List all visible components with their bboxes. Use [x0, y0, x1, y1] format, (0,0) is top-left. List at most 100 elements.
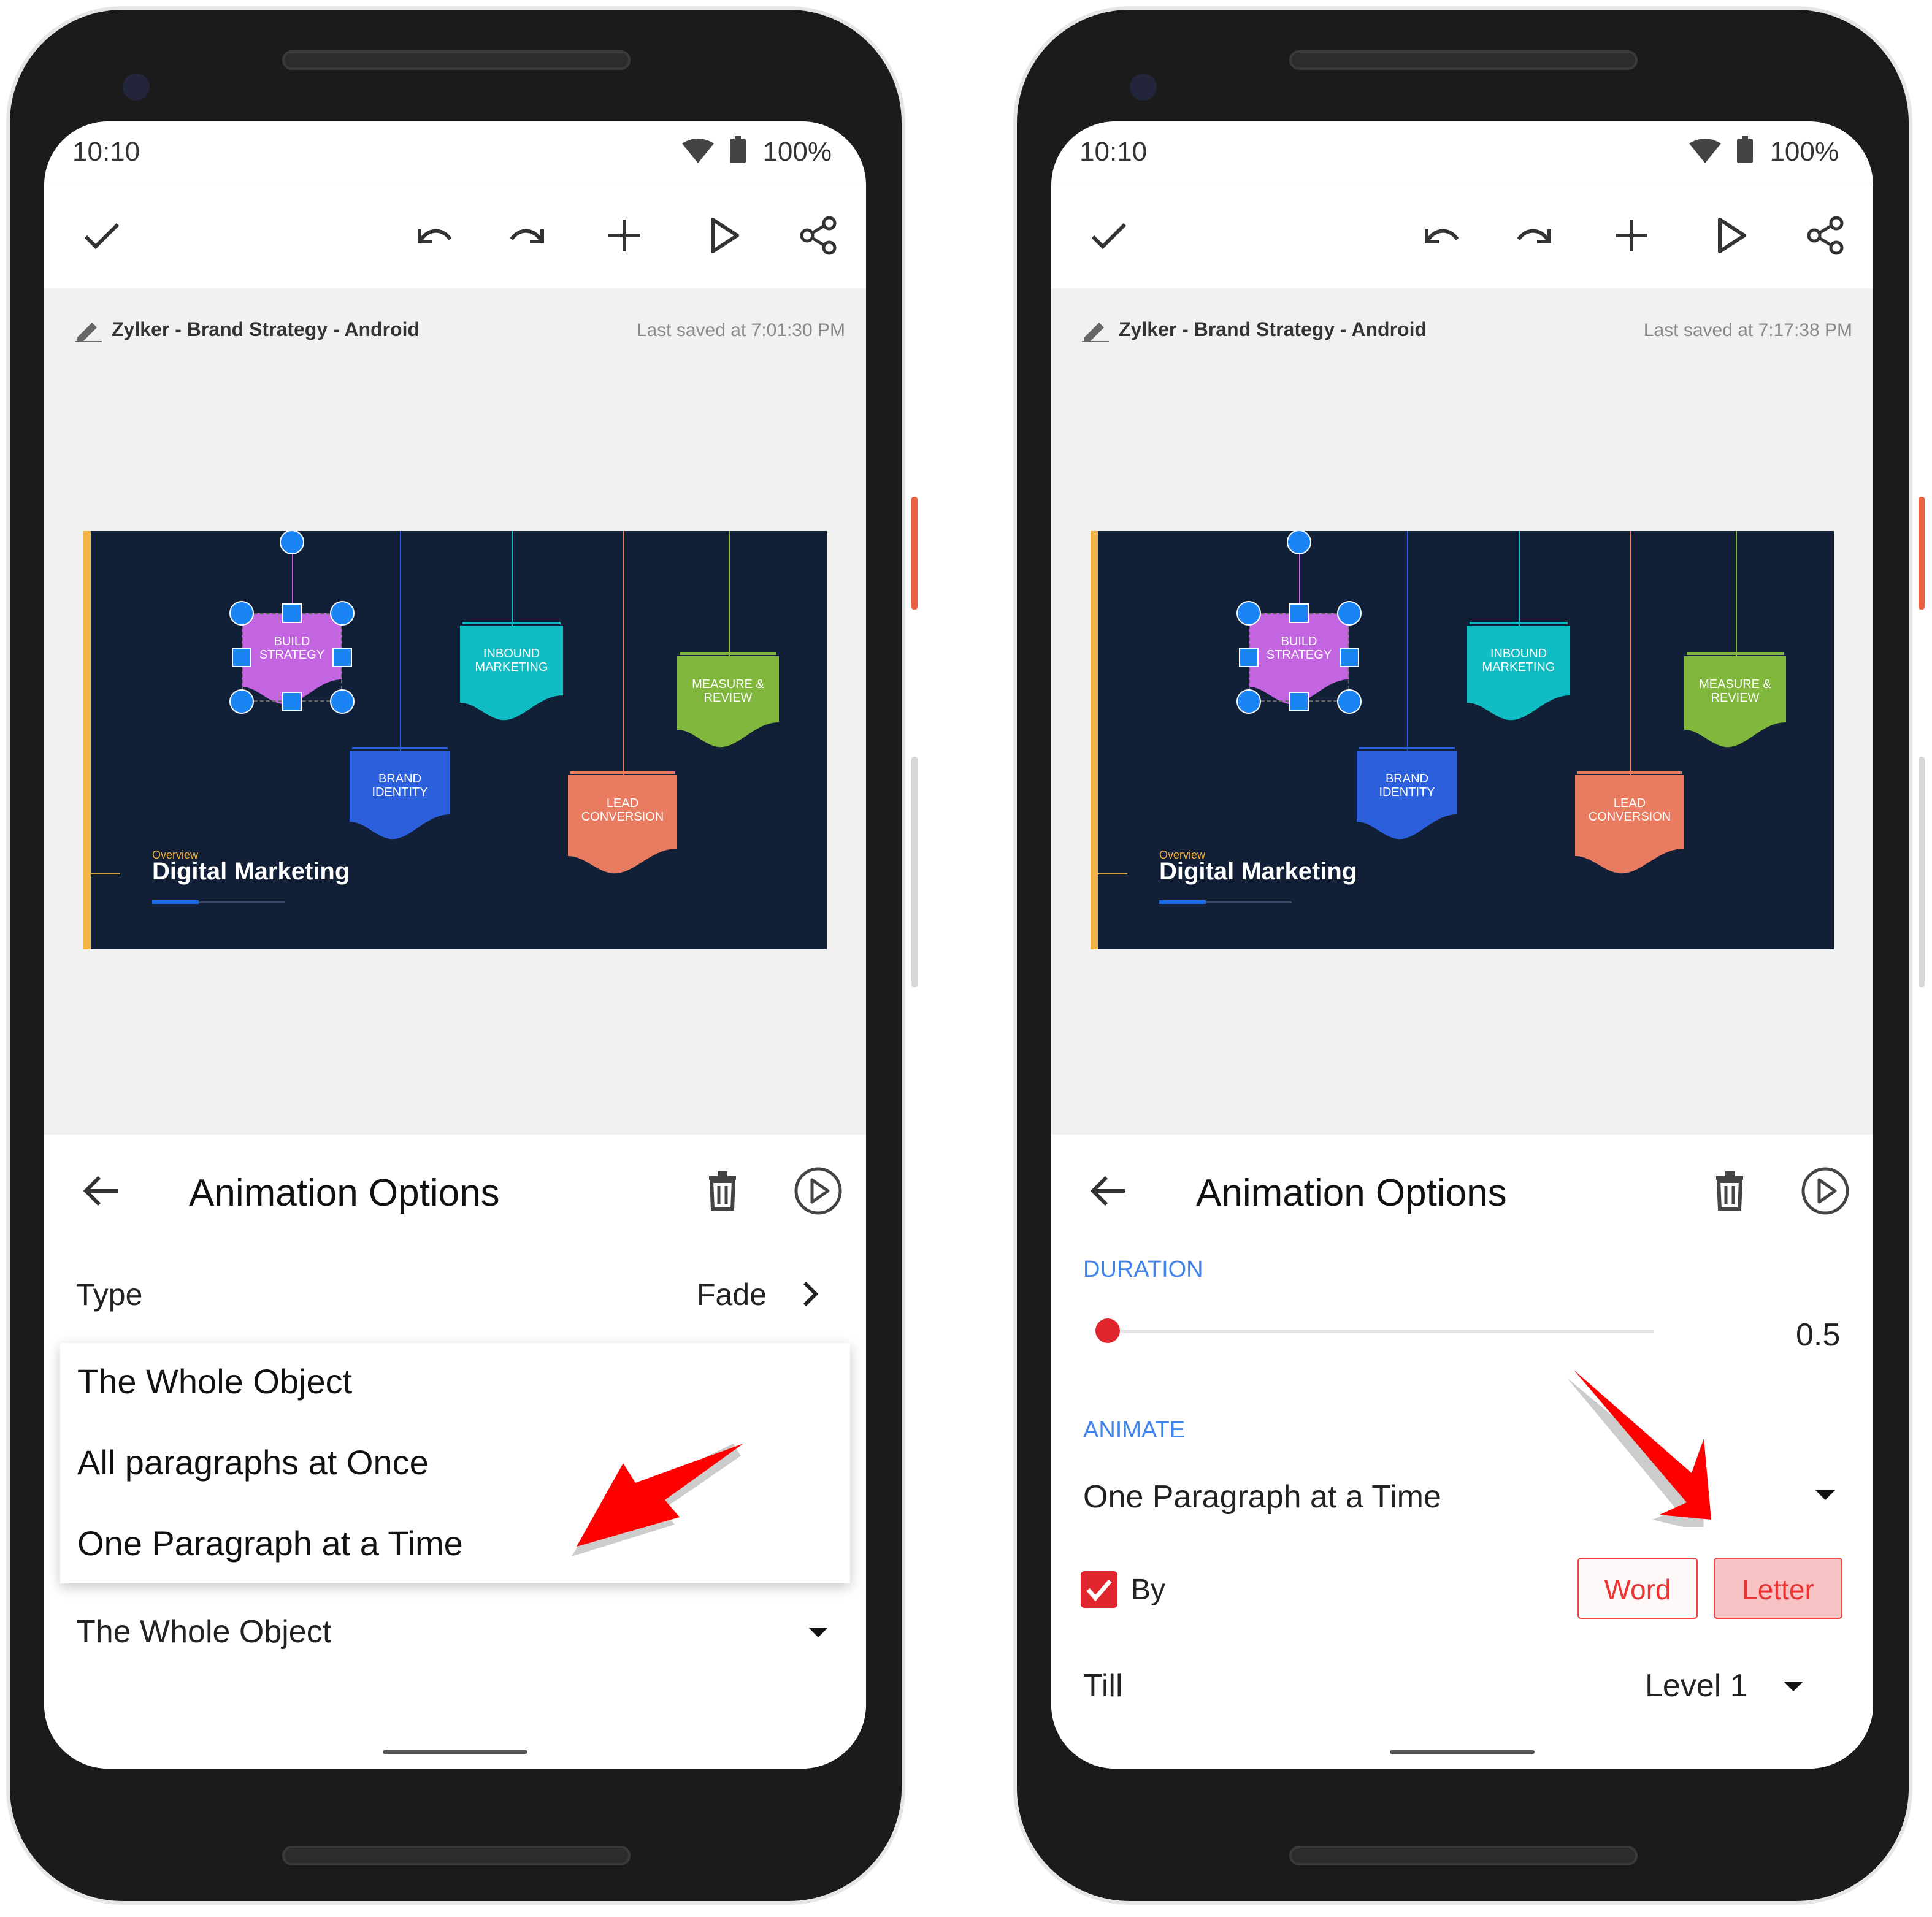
- banner-string: [1736, 531, 1737, 656]
- power-button[interactable]: [911, 497, 918, 610]
- share-icon[interactable]: [797, 215, 839, 256]
- resize-handle[interactable]: [1236, 601, 1261, 626]
- dropdown-caret-icon[interactable]: [808, 1628, 828, 1637]
- phone-left: 10:10 100% Zylker - Brand Strategy - Andro…: [10, 10, 918, 1901]
- side-handle[interactable]: [332, 648, 352, 667]
- banner-4[interactable]: MEASURE & REVIEW: [1684, 656, 1786, 748]
- check-icon[interactable]: [1088, 215, 1130, 256]
- battery-icon: [1737, 136, 1753, 163]
- duration-label: DURATION: [1083, 1257, 1203, 1283]
- dropdown-caret-icon[interactable]: [1815, 1490, 1835, 1500]
- redo-icon[interactable]: [1515, 215, 1557, 256]
- slide-thumbnail[interactable]: BUILD STRATEGY INBOUND MARKETING BRAND IDE…: [1091, 531, 1834, 949]
- volume-button[interactable]: [1919, 757, 1925, 987]
- screen: 10:10 100% Zylker - Brand Strategy - Andro…: [44, 121, 866, 1769]
- banner-2[interactable]: BRAND IDENTITY: [350, 751, 450, 840]
- banner-1[interactable]: INBOUND MARKETING: [1467, 626, 1570, 721]
- banner-3[interactable]: LEAD CONVERSION: [568, 775, 677, 874]
- screen: 10:10 100% Zylker - Brand Strategy - Andro…: [1051, 121, 1873, 1769]
- wifi-icon: [682, 139, 714, 163]
- resize-handle[interactable]: [330, 601, 355, 626]
- preview-play-icon[interactable]: [794, 1166, 843, 1215]
- side-handle[interactable]: [1289, 692, 1309, 711]
- check-icon[interactable]: [81, 215, 123, 256]
- side-handle[interactable]: [282, 603, 302, 623]
- play-icon[interactable]: [702, 215, 743, 256]
- preview-play-icon[interactable]: [1801, 1166, 1850, 1215]
- power-button[interactable]: [1919, 497, 1925, 610]
- word-button[interactable]: Word: [1577, 1558, 1698, 1619]
- animate-select[interactable]: One Paragraph at a Time: [1083, 1478, 1441, 1516]
- resize-handle[interactable]: [1287, 531, 1311, 554]
- resize-handle[interactable]: [229, 689, 254, 714]
- side-handle[interactable]: [282, 692, 302, 711]
- toolbar: [1051, 185, 1873, 288]
- side-handle[interactable]: [1340, 648, 1359, 667]
- banner-label: INBOUND MARKETING: [475, 648, 548, 675]
- side-handle[interactable]: [1239, 648, 1259, 667]
- type-value[interactable]: Fade: [697, 1278, 767, 1314]
- edit-icon[interactable]: [1082, 318, 1109, 342]
- animate-select[interactable]: The Whole Object: [76, 1613, 331, 1651]
- slide-accent-bar: [83, 531, 91, 949]
- letter-button[interactable]: Letter: [1714, 1558, 1842, 1619]
- status-bar: 10:10 100%: [44, 121, 866, 185]
- bottom-speaker: [1289, 1846, 1638, 1865]
- back-arrow-icon[interactable]: [1088, 1174, 1127, 1208]
- selection-box: [242, 613, 342, 702]
- home-indicator[interactable]: [1390, 1750, 1535, 1754]
- banner-string: [623, 531, 624, 775]
- menu-item-one-paragraph[interactable]: One Paragraph at a Time: [77, 1525, 463, 1564]
- banner-2[interactable]: BRAND IDENTITY: [1357, 751, 1457, 840]
- banner-label: MEASURE & REVIEW: [1699, 678, 1771, 705]
- play-icon[interactable]: [1709, 215, 1750, 256]
- resize-handle[interactable]: [280, 531, 304, 554]
- slide-canvas: Zylker - Brand Strategy - Android Last sa…: [44, 288, 866, 1135]
- animation-options-panel: Animation Options Type Fade The Whole Objec…: [44, 1135, 866, 1769]
- banner-4[interactable]: MEASURE & REVIEW: [677, 656, 779, 748]
- slide-title: Digital Marketing: [152, 859, 350, 886]
- banner-3[interactable]: LEAD CONVERSION: [1575, 775, 1684, 874]
- banner-rod: [570, 771, 675, 774]
- resize-handle[interactable]: [229, 601, 254, 626]
- back-arrow-icon[interactable]: [81, 1174, 120, 1208]
- redo-icon[interactable]: [508, 215, 550, 256]
- share-icon[interactable]: [1804, 215, 1846, 256]
- till-select[interactable]: Level 1: [1645, 1667, 1748, 1705]
- toolbar: [44, 185, 866, 288]
- edit-icon[interactable]: [75, 318, 102, 342]
- chevron-right-icon[interactable]: [800, 1279, 819, 1309]
- menu-item-whole-object[interactable]: The Whole Object: [77, 1363, 352, 1402]
- plus-icon[interactable]: [604, 215, 645, 256]
- slide-tick: [1098, 873, 1127, 874]
- undo-icon[interactable]: [1419, 215, 1461, 256]
- till-caret-icon[interactable]: [1784, 1682, 1803, 1691]
- duration-slider[interactable]: [1108, 1330, 1654, 1333]
- resize-handle[interactable]: [1337, 689, 1362, 714]
- banner-label: MEASURE & REVIEW: [692, 678, 764, 705]
- banner-1[interactable]: INBOUND MARKETING: [460, 626, 563, 721]
- trash-icon[interactable]: [707, 1171, 738, 1211]
- volume-button[interactable]: [911, 757, 918, 987]
- resize-handle[interactable]: [330, 689, 355, 714]
- resize-handle[interactable]: [1337, 601, 1362, 626]
- duration-slider-thumb[interactable]: [1095, 1318, 1120, 1343]
- by-checkbox[interactable]: [1081, 1571, 1117, 1608]
- side-handle[interactable]: [1289, 603, 1309, 623]
- slide-thumbnail[interactable]: BUILD STRATEGY INBOUND MARKETING BRAND IDE…: [83, 531, 827, 949]
- plus-icon[interactable]: [1611, 215, 1652, 256]
- document-title[interactable]: Zylker - Brand Strategy - Android: [1119, 320, 1427, 342]
- resize-handle[interactable]: [1236, 689, 1261, 714]
- battery-icon: [730, 136, 746, 163]
- document-title[interactable]: Zylker - Brand Strategy - Android: [112, 320, 420, 342]
- undo-icon[interactable]: [412, 215, 454, 256]
- banner-label: INBOUND MARKETING: [1482, 648, 1555, 675]
- banner-rod: [1470, 622, 1568, 624]
- annotation-arrow: [572, 1444, 743, 1556]
- menu-item-all-paragraphs[interactable]: All paragraphs at Once: [77, 1444, 429, 1483]
- status-time: 10:10: [1079, 136, 1148, 167]
- home-indicator[interactable]: [383, 1750, 527, 1754]
- trash-icon[interactable]: [1714, 1171, 1746, 1211]
- side-handle[interactable]: [232, 648, 251, 667]
- panel-title: Animation Options: [1196, 1171, 1507, 1214]
